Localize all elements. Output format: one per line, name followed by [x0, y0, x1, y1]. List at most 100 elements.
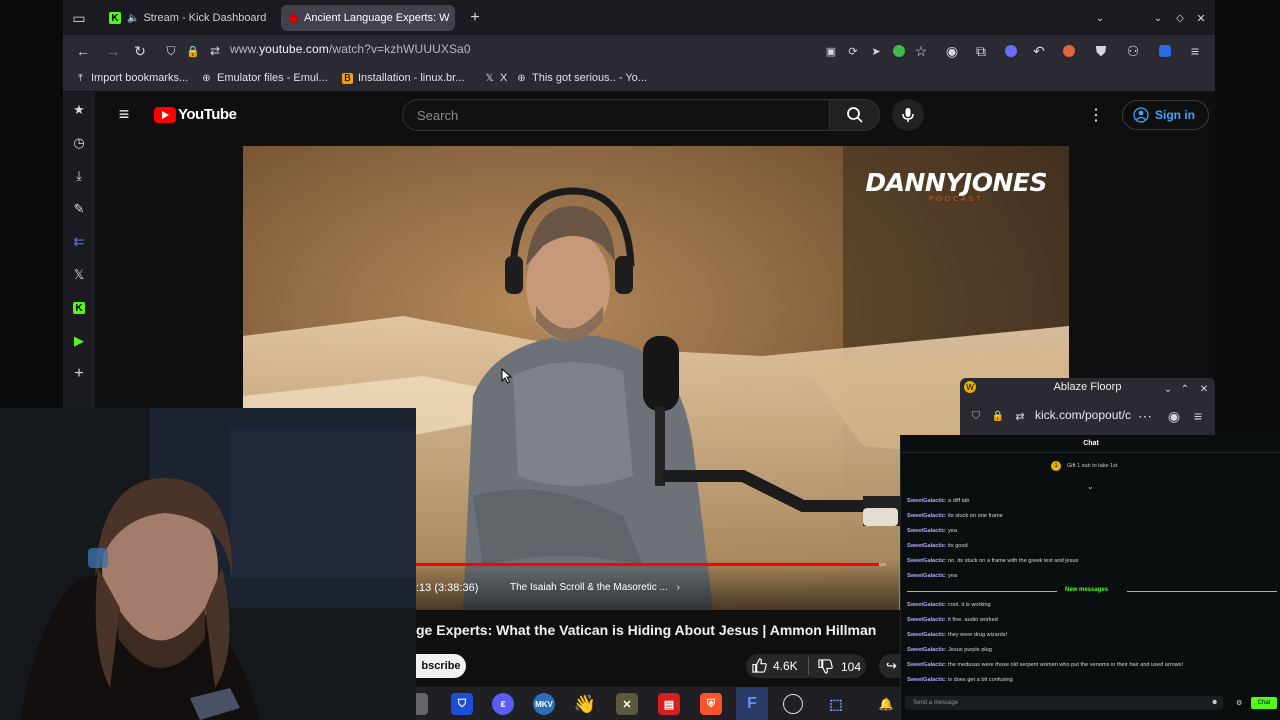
- window-close-icon[interactable]: ✕: [1193, 10, 1209, 26]
- floorp-active-icon[interactable]: F: [736, 687, 768, 720]
- popup-menu-icon[interactable]: ≡: [1190, 408, 1206, 424]
- chat-username[interactable]: SweetGalactic: [907, 647, 945, 653]
- voice-search-button[interactable]: [892, 99, 924, 131]
- new-tab-icon[interactable]: +: [467, 9, 483, 26]
- search-button[interactable]: [829, 99, 880, 131]
- bookmark-installation[interactable]: B Installation - linux.br...: [342, 72, 464, 84]
- dislike-button[interactable]: 104: [818, 659, 861, 674]
- calendar-icon[interactable]: ▤: [658, 693, 680, 715]
- image-icon[interactable]: ▣: [823, 43, 839, 59]
- tab-kick-dashboard[interactable]: K 🔈 Stream - Kick Dashboard ✕: [101, 5, 273, 31]
- obs-icon[interactable]: [783, 694, 803, 714]
- extension-green-icon[interactable]: [891, 43, 907, 59]
- chat-username[interactable]: SweetGalactic: [907, 498, 945, 504]
- search-input[interactable]: Search: [402, 99, 830, 131]
- tool-icon[interactable]: ✕: [616, 693, 638, 715]
- translate-icon[interactable]: ⟳: [845, 43, 861, 59]
- popup-permissions-icon[interactable]: ⇄: [1012, 408, 1028, 424]
- collapse-chevron-icon[interactable]: ⌄: [1087, 482, 1094, 491]
- brave-icon[interactable]: ⛨: [700, 693, 722, 715]
- hamburger-menu-icon[interactable]: ≡: [116, 104, 132, 124]
- maximize-icon[interactable]: ◇: [1172, 10, 1188, 26]
- add-panel-icon[interactable]: +: [71, 365, 87, 382]
- addon-blue-icon[interactable]: [1157, 43, 1173, 59]
- emote-icon[interactable]: ☻: [1211, 699, 1218, 706]
- tab-list-chevron-icon[interactable]: ⌄: [1092, 10, 1108, 26]
- app-icon-partial[interactable]: [414, 693, 428, 715]
- account-circle-icon: [1133, 107, 1149, 123]
- sign-in-button[interactable]: Sign in: [1122, 100, 1209, 130]
- extensions-icon[interactable]: ⧉: [973, 43, 989, 59]
- close-icon[interactable]: ✕: [266, 11, 273, 25]
- wave-hand-icon[interactable]: 👋: [574, 693, 596, 715]
- like-button[interactable]: 4.6K: [752, 658, 798, 673]
- bitwarden-icon[interactable]: ⛉: [451, 693, 473, 715]
- chat-username[interactable]: SweetGalactic: [907, 632, 945, 638]
- history-icon[interactable]: ◷: [71, 135, 87, 151]
- mkv-icon[interactable]: MKV: [533, 693, 555, 715]
- floorp-taskbar-icon[interactable]: ε: [492, 693, 514, 715]
- tab-youtube-video[interactable]: Ancient Language Experts: W ✕: [281, 5, 455, 31]
- x-sidebar-icon[interactable]: 𝕏: [71, 267, 87, 283]
- minimize-icon[interactable]: ⌄: [1150, 10, 1166, 26]
- virtualbox-icon[interactable]: ⬚: [825, 693, 847, 715]
- profile-extension-icon[interactable]: [1003, 43, 1019, 59]
- permissions-icon[interactable]: ⇄: [207, 43, 223, 59]
- popup-url[interactable]: kick.com/popout/c: [1035, 408, 1131, 422]
- chat-username[interactable]: SweetGalactic: [907, 662, 945, 668]
- chat-username[interactable]: SweetGalactic: [907, 602, 945, 608]
- sign-in-label: Sign in: [1155, 108, 1195, 122]
- popup-more-icon[interactable]: ⋯: [1137, 408, 1153, 424]
- bookmark-emulator[interactable]: ⊕ Emulator files - Emul...: [201, 72, 327, 84]
- account-icon[interactable]: ◉: [944, 43, 960, 59]
- url-field[interactable]: www.youtube.com/watch?v=kzhWUUUXSa0: [230, 42, 471, 56]
- popup-account-icon[interactable]: ◉: [1166, 408, 1182, 424]
- shield-icon[interactable]: ⛉: [163, 43, 179, 59]
- tab-label: Ancient Language Experts: W: [304, 12, 450, 24]
- subscribe-button[interactable]: bscribe: [416, 654, 466, 678]
- chat-username[interactable]: SweetGalactic: [907, 558, 945, 564]
- notification-bell-icon[interactable]: 🔔: [875, 693, 897, 715]
- addon-icon[interactable]: ⚇: [1125, 43, 1141, 59]
- rumble-icon[interactable]: ▶: [71, 333, 87, 349]
- popup-shield-icon[interactable]: ⛉: [968, 408, 984, 424]
- chat-username[interactable]: SweetGalactic: [907, 513, 945, 519]
- chat-input-placeholder: Send a message: [913, 700, 959, 706]
- popup-maximize-icon[interactable]: ⌃: [1177, 381, 1193, 397]
- youtube-header: ≡ YouTube Search ⋮ Sign in: [96, 92, 1215, 140]
- bookmarks-star-icon[interactable]: ★: [71, 102, 87, 118]
- menu-icon[interactable]: ≡: [1187, 43, 1203, 59]
- addon-orange-icon[interactable]: [1061, 43, 1077, 59]
- close-icon[interactable]: ✕: [450, 11, 455, 25]
- downloads-icon[interactable]: ⤓: [71, 168, 87, 184]
- bookmark-youtube-video[interactable]: ⊕ This got serious.. - Yo...: [516, 72, 647, 84]
- floorp-icon[interactable]: ⇇: [71, 234, 87, 250]
- bookmark-star-icon[interactable]: ☆: [913, 43, 929, 59]
- chat-username[interactable]: SweetGalactic: [907, 617, 945, 623]
- bookmark-import[interactable]: ⤒ Import bookmarks...: [75, 72, 188, 84]
- chat-settings-gear-icon[interactable]: ⚙: [1236, 699, 1242, 707]
- ublock-icon[interactable]: ⛊: [1093, 43, 1109, 59]
- video-progress-bar[interactable]: [416, 563, 886, 566]
- popup-close-icon[interactable]: ✕: [1196, 381, 1212, 397]
- youtube-logo[interactable]: YouTube: [154, 106, 237, 123]
- forward-icon[interactable]: →: [105, 43, 121, 59]
- notes-pen-icon[interactable]: ✎: [71, 201, 87, 217]
- chapter-button[interactable]: The Isaiah Scroll & the Masoretic ... ›: [510, 582, 680, 593]
- more-vert-icon[interactable]: ⋮: [1088, 107, 1104, 124]
- chat-input[interactable]: Send a message: [905, 696, 1223, 710]
- pinned-message[interactable]: 1 Gift 1 sub to take 1st: [1051, 461, 1117, 471]
- chat-username[interactable]: SweetGalactic: [907, 528, 945, 534]
- reload-icon[interactable]: ↻: [132, 43, 148, 59]
- popup-chevron-icon[interactable]: ⌄: [1160, 381, 1176, 397]
- back-icon[interactable]: ←: [75, 43, 91, 59]
- tab-overview-icon[interactable]: ▭: [71, 10, 87, 26]
- undo-icon[interactable]: ↶: [1031, 43, 1047, 59]
- chat-username[interactable]: SweetGalactic: [907, 573, 945, 579]
- send-icon[interactable]: ➤: [868, 43, 884, 59]
- chat-username[interactable]: SweetGalactic: [907, 543, 945, 549]
- bookmark-x[interactable]: 𝕏X: [484, 72, 507, 84]
- kick-sidebar-icon[interactable]: K: [73, 302, 85, 314]
- chat-send-button[interactable]: Chat: [1251, 697, 1277, 709]
- chat-username[interactable]: SweetGalactic: [907, 677, 945, 683]
